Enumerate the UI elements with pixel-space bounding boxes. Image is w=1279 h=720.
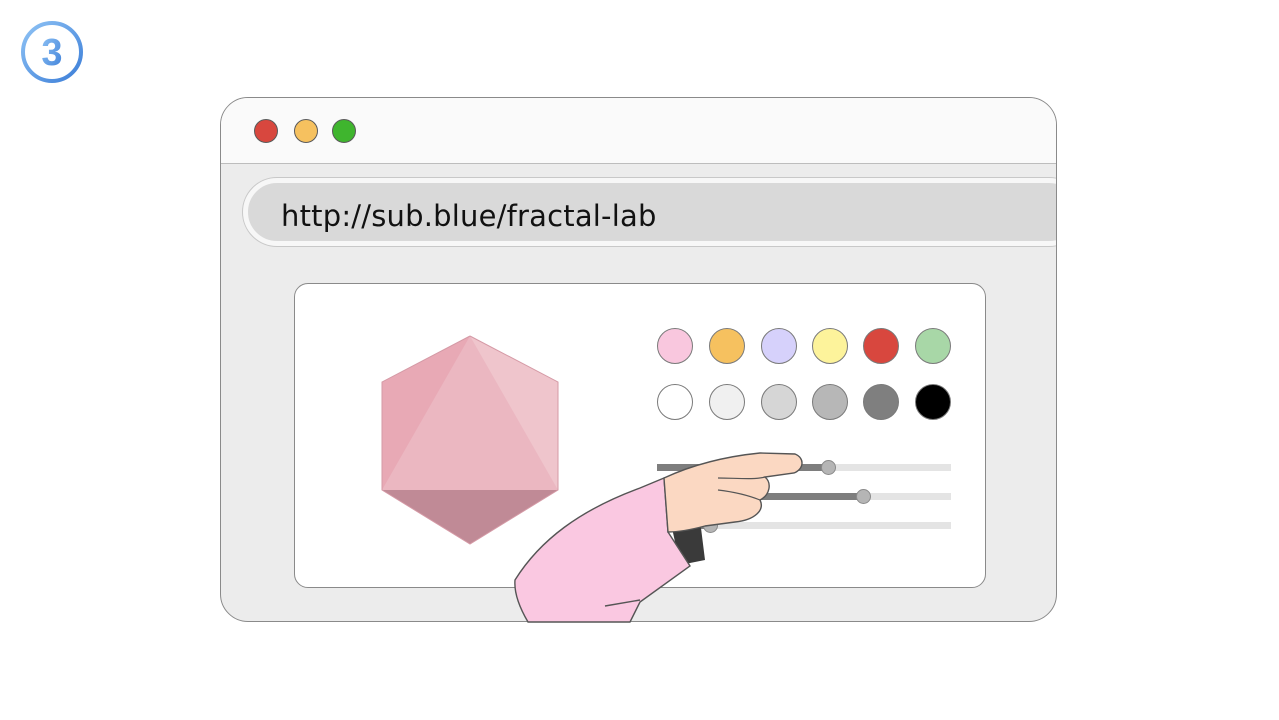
octahedron-icon — [381, 335, 559, 545]
color-swatch-green[interactable] — [915, 328, 951, 364]
title-bar — [221, 98, 1056, 164]
slider-3[interactable] — [657, 518, 951, 533]
url-text: http://sub.blue/fractal-lab — [281, 199, 657, 233]
minimize-window-button[interactable] — [294, 119, 318, 143]
step-number-badge: 3 — [20, 20, 84, 84]
close-window-button[interactable] — [254, 119, 278, 143]
step-label: 3 — [41, 32, 62, 74]
slider-2-knob[interactable] — [856, 489, 871, 504]
slider-1-knob[interactable] — [821, 460, 836, 475]
browser-window: http://sub.blue/fractal-lab — [220, 97, 1057, 622]
slider-1[interactable] — [657, 460, 951, 475]
maximize-window-button[interactable] — [332, 119, 356, 143]
color-swatch-pink[interactable] — [657, 328, 693, 364]
slider-2[interactable] — [657, 489, 951, 504]
color-swatch-red[interactable] — [863, 328, 899, 364]
color-swatch-silver[interactable] — [761, 384, 797, 420]
color-swatch-white[interactable] — [657, 384, 693, 420]
color-swatch-orange[interactable] — [709, 328, 745, 364]
slider-3-knob[interactable] — [703, 518, 718, 533]
slider-1-fill — [657, 464, 828, 471]
color-swatch-dark-gray[interactable] — [863, 384, 899, 420]
page-content — [294, 283, 986, 588]
color-swatch-yellow[interactable] — [812, 328, 848, 364]
color-swatch-gray[interactable] — [812, 384, 848, 420]
step-circle-icon: 3 — [21, 21, 83, 83]
slider-2-fill — [657, 493, 863, 500]
address-bar[interactable]: http://sub.blue/fractal-lab — [243, 178, 1056, 246]
color-swatch-lavender[interactable] — [761, 328, 797, 364]
color-swatch-light-gray[interactable] — [709, 384, 745, 420]
color-swatch-black[interactable] — [915, 384, 951, 420]
